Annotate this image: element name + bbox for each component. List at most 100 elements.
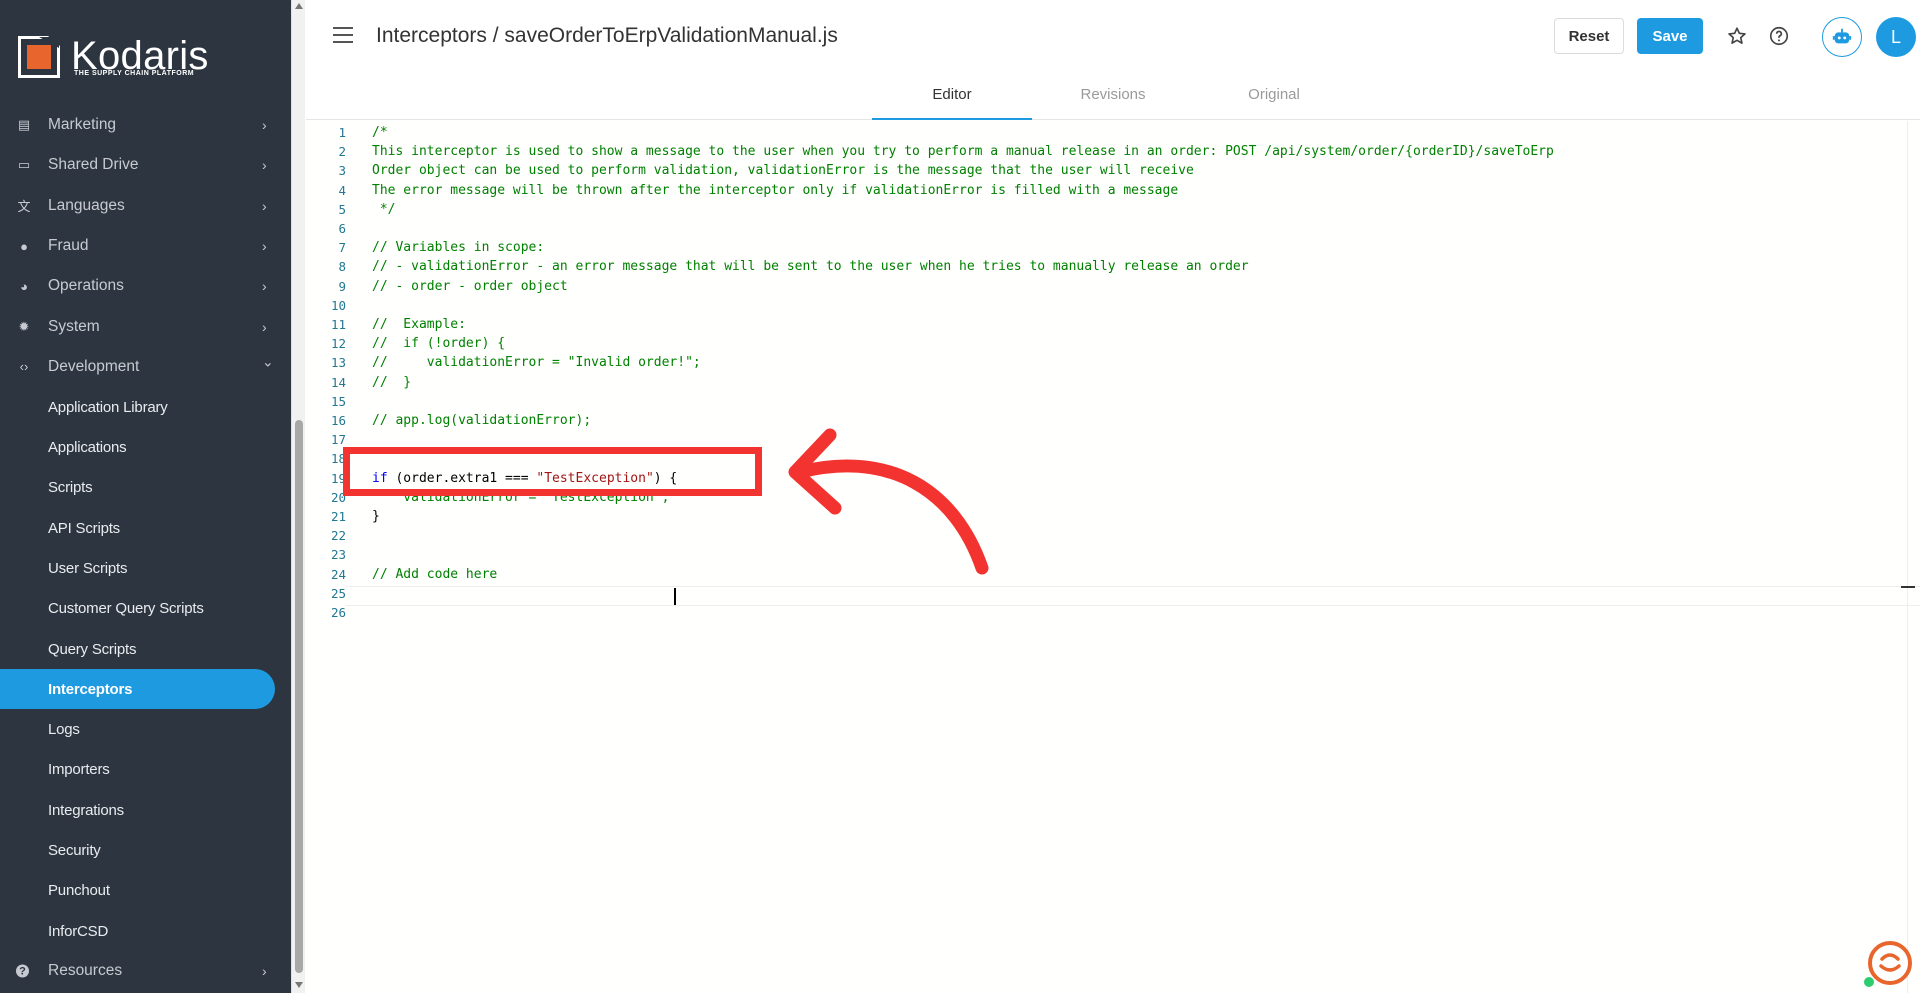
- brand-logo[interactable]: Kodaris THE SUPPLY CHAIN PLATFORM: [0, 0, 291, 115]
- sidebar-subitem-applications[interactable]: Applications: [0, 427, 291, 467]
- code-line[interactable]: 21}: [306, 507, 1920, 526]
- code-text: Order object can be used to perform vali…: [372, 163, 1194, 179]
- code-line[interactable]: 24 // Add code here: [306, 565, 1920, 584]
- chevron-right-icon: ›: [262, 963, 267, 980]
- code-line[interactable]: 23: [306, 545, 1920, 564]
- sidebar-item-operations[interactable]: ◕ Operations ›: [0, 266, 291, 306]
- code-text: // validationError = "Invalid order!";: [372, 355, 701, 371]
- code-line[interactable]: 9 // - order - order object: [306, 277, 1920, 296]
- translate-icon: 文: [17, 199, 31, 215]
- line-number: 23: [330, 547, 346, 563]
- line-number: 22: [330, 528, 346, 544]
- sidebar-subitem-label: Scripts: [48, 479, 93, 497]
- code-line[interactable]: 8 // - validationError - an error message…: [306, 257, 1920, 276]
- sidebar-item-fraud[interactable]: ● Fraud ›: [0, 226, 291, 266]
- sidebar-subitem-security[interactable]: Security: [0, 830, 291, 870]
- code-text: */: [372, 201, 396, 217]
- tab-original[interactable]: Original: [1194, 80, 1354, 120]
- code-line[interactable]: 6: [306, 219, 1920, 238]
- code-line[interactable]: 13 // validationError = "Invalid order!";: [306, 353, 1920, 372]
- sidebar-subitem-label: Punchout: [48, 882, 110, 900]
- sidebar-subitem-inforcsd[interactable]: InforCSD: [0, 911, 291, 951]
- code-line[interactable]: 3 Order object can be used to perform val…: [306, 161, 1920, 180]
- code-line[interactable]: 22: [306, 526, 1920, 545]
- sidebar-item-label: System: [48, 317, 100, 335]
- line-number: 9: [338, 278, 346, 294]
- line-number: 3: [338, 163, 346, 179]
- save-button[interactable]: Save: [1637, 18, 1703, 54]
- code-line[interactable]: 15: [306, 392, 1920, 411]
- sidebar-scrollbar[interactable]: [291, 0, 305, 993]
- sidebar-item-system[interactable]: ✹ System ›: [0, 306, 291, 346]
- line-number: 15: [330, 393, 346, 409]
- sidebar-item-development[interactable]: ‹› Development ⌄: [0, 347, 291, 387]
- sidebar-subitem-user-scripts[interactable]: User Scripts: [0, 548, 291, 588]
- sidebar-subitem-interceptors[interactable]: Interceptors: [0, 669, 291, 710]
- megaphone-icon: ▤: [17, 117, 31, 133]
- chevron-right-icon: ›: [262, 278, 267, 295]
- code-line[interactable]: 12 // if (!order) {: [306, 334, 1920, 353]
- line-number: 6: [338, 221, 346, 236]
- code-text: This interceptor is used to show a messa…: [372, 144, 1554, 160]
- sidebar-subitem-label: Applications: [48, 439, 127, 457]
- line-number: 11: [330, 317, 346, 332]
- code-icon: ‹›: [19, 359, 29, 375]
- help-icon[interactable]: [1767, 24, 1791, 48]
- sidebar-scroll-thumb[interactable]: [295, 420, 303, 973]
- code-line[interactable]: 25: [306, 584, 1920, 603]
- sidebar-item-languages[interactable]: 文 Languages ›: [0, 186, 291, 226]
- reset-button[interactable]: Reset: [1554, 18, 1624, 54]
- line-number: 2: [338, 144, 346, 160]
- sidebar-subitem-label: InforCSD: [48, 922, 109, 940]
- highlight-box: [343, 447, 762, 496]
- sidebar-subitem-label: Logs: [48, 721, 80, 739]
- sidebar-subitem-label: Interceptors: [48, 680, 133, 698]
- code-text: // app.log(validationError);: [372, 413, 592, 428]
- code-line[interactable]: 4 The error message will be thrown after …: [306, 181, 1920, 200]
- code-line[interactable]: 10: [306, 296, 1920, 315]
- tab-editor[interactable]: Editor: [872, 80, 1032, 120]
- line-number: 1: [338, 125, 346, 140]
- code-text: // if (!order) {: [372, 336, 506, 352]
- code-line[interactable]: 5 */: [306, 200, 1920, 219]
- sidebar-nav: ▤ Marketing › ▭ Shared Drive › 文 Languages › ● Fra…: [0, 105, 291, 992]
- sidebar-subitem-integrations[interactable]: Integrations: [0, 790, 291, 830]
- sidebar-item-resources[interactable]: ? Resources ›: [0, 951, 291, 991]
- code-text: // Example:: [372, 317, 466, 332]
- code-line[interactable]: 11 // Example:: [306, 315, 1920, 334]
- sidebar-subitem-importers[interactable]: Importers: [0, 750, 291, 790]
- sidebar-subitem-application-library[interactable]: Application Library: [0, 387, 291, 427]
- user-avatar[interactable]: L: [1876, 17, 1916, 57]
- code-line[interactable]: 14 // }: [306, 373, 1920, 392]
- sidebar-subitem-customer-query-scripts[interactable]: Customer Query Scripts: [0, 589, 291, 629]
- app-root: ▤ Marketing › ▭ Shared Drive › 文 Languages › ● Fra…: [0, 0, 1920, 993]
- line-number: 18: [330, 451, 346, 467]
- sidebar-subitem-logs[interactable]: Logs: [0, 709, 291, 749]
- code-line[interactable]: 26: [306, 603, 1920, 622]
- chat-helper-icon[interactable]: [1862, 937, 1914, 989]
- star-icon[interactable]: [1725, 24, 1749, 48]
- sidebar-item-shared-drive[interactable]: ▭ Shared Drive ›: [0, 145, 291, 185]
- code-text: // }: [372, 374, 412, 390]
- assistant-bot-icon[interactable]: [1822, 17, 1862, 57]
- sidebar: ▤ Marketing › ▭ Shared Drive › 文 Languages › ● Fra…: [0, 0, 291, 993]
- line-number: 8: [338, 259, 346, 275]
- sidebar-subitem-api-scripts[interactable]: API Scripts: [0, 508, 291, 548]
- code-editor[interactable]: 1 /* 2 This interceptor is used to show a m…: [306, 121, 1920, 993]
- code-text: // Variables in scope:: [372, 240, 545, 256]
- code-line[interactable]: 7 // Variables in scope:: [306, 238, 1920, 257]
- scroll-down-arrow-icon[interactable]: [295, 982, 303, 988]
- sidebar-subitem-punchout[interactable]: Punchout: [0, 871, 291, 911]
- code-line[interactable]: 2 This interceptor is used to show a mess…: [306, 142, 1920, 161]
- scroll-up-arrow-icon[interactable]: [295, 3, 303, 9]
- sidebar-subitem-query-scripts[interactable]: Query Scripts: [0, 629, 291, 669]
- code-text: /*: [372, 125, 388, 140]
- active-item-highlight: [0, 669, 275, 710]
- line-number: 14: [330, 374, 346, 390]
- code-line[interactable]: 16 // app.log(validationError);: [306, 411, 1920, 430]
- code-line[interactable]: 1 /*: [306, 123, 1920, 142]
- sidebar-subitem-scripts[interactable]: Scripts: [0, 468, 291, 508]
- tab-revisions[interactable]: Revisions: [1033, 80, 1193, 120]
- chevron-right-icon: ›: [262, 238, 267, 255]
- menu-icon[interactable]: [333, 27, 353, 43]
